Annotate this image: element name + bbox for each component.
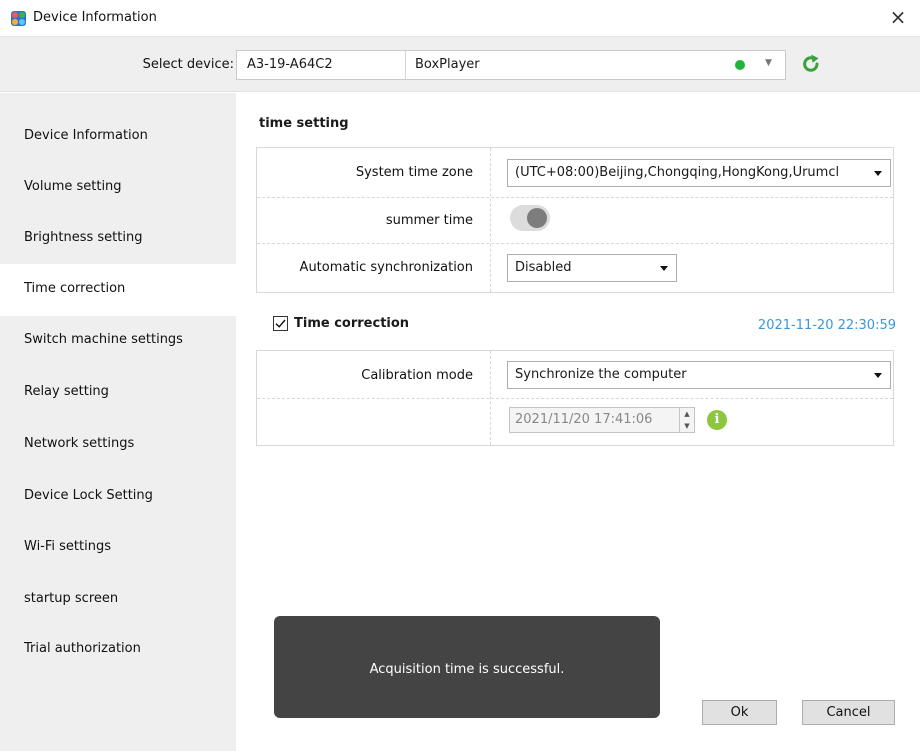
- app-logo-icon: [11, 11, 26, 26]
- sidebar-item-switch-machine-settings[interactable]: Switch machine settings: [0, 315, 236, 367]
- auto-sync-label: Automatic synchronization: [299, 260, 473, 275]
- auto-sync-row: Automatic synchronization Disabled: [257, 244, 893, 292]
- timezone-select[interactable]: (UTC+08:00)Beijing,Chongqing,HongKong,Ur…: [507, 159, 891, 187]
- toast-notification: Acquisition time is successful.: [274, 616, 660, 718]
- spin-buttons: ▲ ▼: [679, 408, 694, 432]
- toast-message: Acquisition time is successful.: [369, 662, 565, 677]
- chevron-down-icon: [874, 171, 882, 176]
- cancel-button[interactable]: Cancel: [802, 700, 895, 725]
- sidebar: Device Information Volume setting Bright…: [0, 93, 236, 751]
- window-title: Device Information: [33, 10, 157, 25]
- chevron-down-icon: [874, 373, 882, 378]
- time-correction-checkbox[interactable]: [273, 316, 288, 331]
- device-name: BoxPlayer: [415, 57, 480, 72]
- sidebar-item-volume-setting[interactable]: Volume setting: [0, 162, 236, 214]
- time-setting-panel: System time zone (UTC+08:00)Beijing,Chon…: [256, 147, 894, 293]
- checkmark-icon: [275, 319, 286, 328]
- select-device-label: Select device:: [142, 57, 234, 72]
- auto-sync-value: Disabled: [515, 260, 572, 275]
- calibration-mode-label: Calibration mode: [361, 368, 473, 383]
- auto-sync-select[interactable]: Disabled: [507, 254, 677, 282]
- timezone-value: (UTC+08:00)Beijing,Chongqing,HongKong,Ur…: [515, 165, 840, 180]
- sidebar-item-label: Relay setting: [24, 384, 109, 399]
- datetime-row: 2021/11/20 17:41:06 ▲ ▼ i: [257, 399, 893, 445]
- device-select-bar: Select device: A3-19-A64C2 BoxPlayer ▼: [0, 36, 920, 92]
- spin-down-button[interactable]: ▼: [680, 420, 694, 432]
- summer-time-label: summer time: [385, 213, 473, 228]
- calibration-mode-value: Synchronize the computer: [515, 367, 687, 382]
- refresh-icon[interactable]: [800, 53, 822, 75]
- sidebar-item-label: startup screen: [24, 591, 119, 606]
- time-correction-label: Time correction: [294, 316, 410, 331]
- sidebar-item-label: Wi-Fi settings: [24, 539, 111, 554]
- time-setting-heading: time setting: [259, 116, 349, 131]
- sidebar-item-label: Volume setting: [24, 179, 122, 194]
- device-time-display: 2021-11-20 22:30:59: [757, 318, 896, 333]
- chevron-down-icon: [660, 266, 668, 271]
- sidebar-item-label: Switch machine settings: [24, 332, 183, 347]
- sidebar-item-brightness-setting[interactable]: Brightness setting: [0, 213, 236, 265]
- sidebar-item-wifi-settings[interactable]: Wi-Fi settings: [0, 522, 236, 574]
- datetime-spinbox[interactable]: 2021/11/20 17:41:06 ▲ ▼: [509, 407, 695, 433]
- sidebar-item-network-settings[interactable]: Network settings: [0, 419, 236, 471]
- device-id: A3-19-A64C2: [247, 57, 333, 72]
- toggle-knob: [527, 208, 547, 228]
- close-icon[interactable]: ×: [886, 5, 910, 29]
- datetime-value: 2021/11/20 17:41:06: [515, 412, 653, 427]
- summer-time-toggle[interactable]: [510, 205, 550, 231]
- sidebar-item-device-information[interactable]: Device Information: [0, 111, 236, 163]
- timezone-label: System time zone: [355, 165, 473, 180]
- chevron-down-icon[interactable]: ▼: [765, 58, 772, 68]
- sidebar-item-time-correction[interactable]: Time correction: [0, 264, 236, 316]
- sidebar-item-trial-authorization[interactable]: Trial authorization: [0, 624, 236, 676]
- calibration-mode-select[interactable]: Synchronize the computer: [507, 361, 891, 389]
- sidebar-item-label: Trial authorization: [24, 641, 141, 656]
- device-select-dropdown[interactable]: A3-19-A64C2 BoxPlayer ▼: [236, 50, 786, 80]
- spin-up-button[interactable]: ▲: [680, 408, 694, 420]
- sidebar-item-label: Brightness setting: [24, 230, 143, 245]
- sidebar-item-label: Network settings: [24, 436, 135, 451]
- online-status-dot: [735, 60, 745, 70]
- time-correction-panel: Calibration mode Synchronize the compute…: [256, 350, 894, 446]
- sidebar-item-startup-screen[interactable]: startup screen: [0, 574, 236, 626]
- title-bar: Device Information ×: [0, 0, 920, 36]
- calibration-mode-row: Calibration mode Synchronize the compute…: [257, 351, 893, 399]
- sidebar-item-label: Time correction: [24, 281, 126, 296]
- sidebar-item-relay-setting[interactable]: Relay setting: [0, 367, 236, 419]
- summer-time-row: summer time: [257, 198, 893, 244]
- sidebar-item-device-lock-setting[interactable]: Device Lock Setting: [0, 471, 236, 523]
- timezone-row: System time zone (UTC+08:00)Beijing,Chon…: [257, 148, 893, 198]
- sidebar-item-label: Device Lock Setting: [24, 488, 153, 503]
- combo-divider: [405, 51, 406, 79]
- info-icon[interactable]: i: [707, 410, 727, 430]
- sidebar-item-label: Device Information: [24, 128, 148, 143]
- ok-button[interactable]: Ok: [702, 700, 777, 725]
